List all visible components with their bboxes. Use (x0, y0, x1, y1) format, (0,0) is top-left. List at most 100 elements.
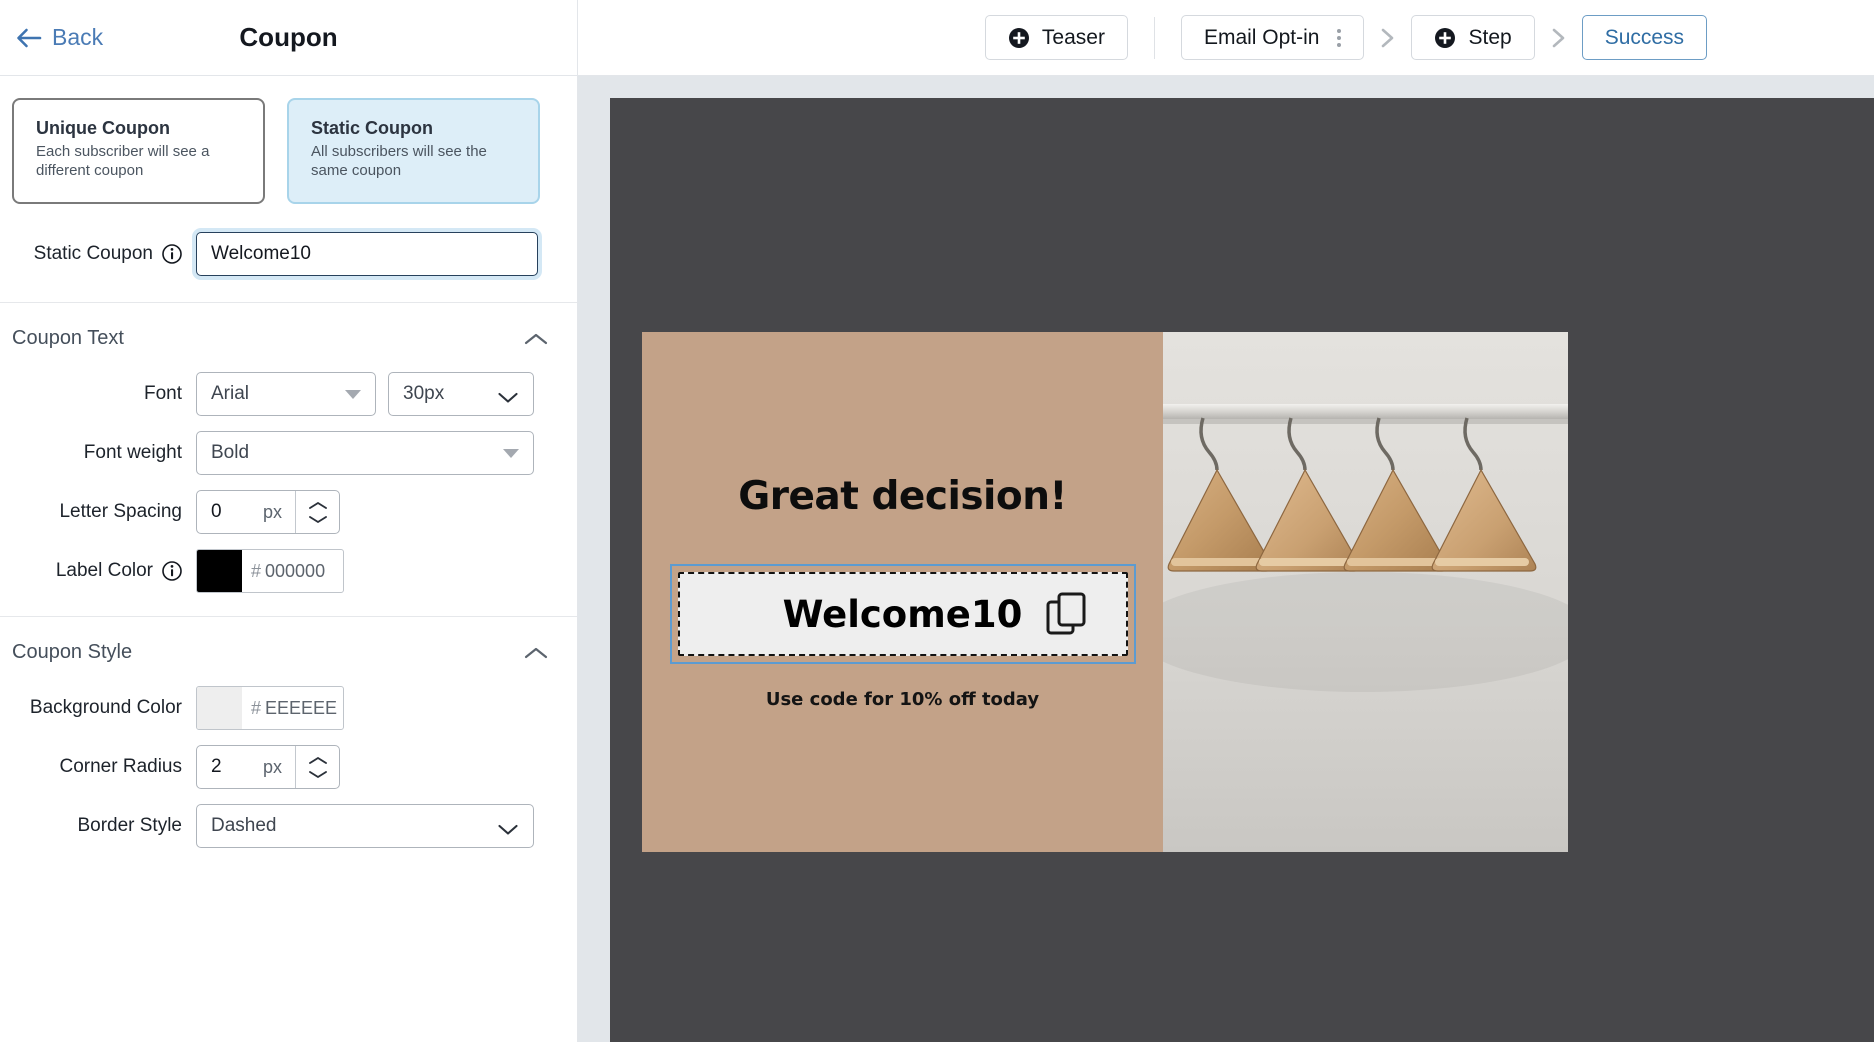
letter-spacing-stepper-arrows[interactable] (295, 491, 339, 533)
font-size-select[interactable]: 30px (388, 372, 534, 416)
label-color-swatch[interactable] (197, 550, 242, 592)
chevron-down-icon[interactable] (307, 515, 329, 524)
coupon-type-description: Each subscriber will see a different cou… (36, 142, 243, 180)
sidebar-body: Unique Coupon Each subscriber will see a… (0, 76, 577, 1042)
back-label: Back (52, 24, 103, 51)
coupon-type-selector: Unique Coupon Each subscriber will see a… (0, 76, 577, 224)
letter-spacing-value: 0 (211, 501, 222, 523)
border-style-label: Border Style (0, 815, 196, 837)
letter-spacing-row: Letter Spacing 0 px (0, 490, 577, 534)
static-coupon-label-wrap: Static Coupon (0, 243, 196, 265)
font-family-value: Arial (211, 383, 345, 405)
chevron-down-icon[interactable] (307, 770, 329, 779)
static-coupon-row: Static Coupon (0, 224, 577, 302)
label-color-hash: # (251, 561, 261, 582)
chevron-up-icon[interactable] (523, 331, 549, 347)
toolbar-divider (1154, 17, 1155, 59)
triangle-down-icon (503, 449, 519, 458)
info-icon[interactable] (162, 244, 182, 264)
email-optin-step-button[interactable]: Email Opt-in (1181, 15, 1365, 60)
coupon-text-section-header[interactable]: Coupon Text (0, 303, 577, 372)
plus-circle-icon (1008, 27, 1030, 49)
border-style-value: Dashed (211, 815, 497, 837)
preview-canvas: Great decision! Welcome10 (610, 98, 1874, 1042)
background-color-row: Background Color # EEEEEE (0, 686, 577, 730)
chevron-right-icon (1377, 26, 1398, 50)
coupon-style-section-header[interactable]: Coupon Style (0, 617, 577, 686)
font-weight-select[interactable]: Bold (196, 431, 534, 475)
border-style-select[interactable]: Dashed (196, 804, 534, 848)
corner-radius-stepper-arrows[interactable] (295, 746, 339, 788)
coupon-type-card-static[interactable]: Static Coupon All subscribers will see t… (287, 98, 540, 204)
static-coupon-label: Static Coupon (34, 243, 153, 265)
coupon-type-description: All subscribers will see the same coupon (311, 142, 518, 180)
coupon-style-rows: Background Color # EEEEEE Corner Radius … (0, 686, 577, 871)
letter-spacing-unit: px (263, 502, 282, 523)
step-button[interactable]: Step (1411, 15, 1534, 60)
back-arrow-icon (16, 27, 42, 49)
letter-spacing-value-wrap[interactable]: 0 px (197, 491, 295, 533)
corner-radius-value-wrap[interactable]: 2 px (197, 746, 295, 788)
more-vertical-icon[interactable] (1337, 29, 1341, 47)
info-icon[interactable] (162, 561, 182, 581)
chevron-up-icon[interactable] (307, 501, 329, 510)
coupon-block[interactable]: Welcome10 (678, 572, 1128, 656)
static-coupon-input[interactable] (196, 232, 538, 276)
plus-circle-icon (1434, 27, 1456, 49)
font-size-value: 30px (403, 383, 497, 405)
hangers-photo (1163, 332, 1568, 852)
background-color-hash: # (251, 698, 261, 719)
corner-radius-label: Corner Radius (0, 756, 196, 778)
popup-subtext: Use code for 10% off today (766, 689, 1039, 710)
label-color-hex-value: 000000 (265, 561, 325, 582)
coupon-style-section-title: Coupon Style (12, 641, 132, 664)
background-color-field[interactable]: # EEEEEE (196, 686, 344, 730)
label-color-label: Label Color (56, 560, 153, 582)
coupon-text-section-title: Coupon Text (12, 327, 124, 350)
letter-spacing-stepper[interactable]: 0 px (196, 490, 340, 534)
font-weight-label: Font weight (0, 442, 196, 464)
app-root: Back Coupon Unique Coupon Each subscribe… (0, 0, 1874, 1042)
popup-headline: Great decision! (738, 474, 1067, 519)
background-color-hex-wrap[interactable]: # EEEEEE (242, 687, 343, 729)
font-weight-row: Font weight Bold (0, 431, 577, 475)
corner-radius-value: 2 (211, 756, 222, 778)
background-color-label: Background Color (0, 697, 196, 719)
preview-panel: Teaser Email Opt-in (578, 0, 1874, 1042)
corner-radius-unit: px (263, 757, 282, 778)
corner-radius-stepper[interactable]: 2 px (196, 745, 340, 789)
label-color-hex-wrap[interactable]: # 000000 (242, 550, 343, 592)
step-button-label: Step (1468, 26, 1511, 50)
chevron-down-icon (497, 820, 519, 833)
popup-image (1163, 332, 1568, 852)
popup-preview: Great decision! Welcome10 (642, 332, 1568, 852)
font-row: Font Arial 30px (0, 372, 577, 416)
coupon-type-title: Static Coupon (311, 118, 518, 139)
chevron-up-icon[interactable] (523, 645, 549, 661)
chevron-down-icon (497, 388, 519, 401)
email-optin-step-label: Email Opt-in (1204, 26, 1320, 50)
coupon-code-text: Welcome10 (783, 593, 1023, 636)
back-button[interactable]: Back (10, 20, 109, 55)
preview-stage: Great decision! Welcome10 (578, 76, 1874, 1042)
background-color-swatch[interactable] (197, 687, 242, 729)
success-step-button[interactable]: Success (1582, 15, 1707, 60)
triangle-down-icon (345, 390, 361, 399)
chevron-up-icon[interactable] (307, 756, 329, 765)
success-step-label: Success (1605, 26, 1684, 50)
background-color-hex-value: EEEEEE (265, 698, 337, 719)
copy-icon[interactable] (1044, 591, 1090, 637)
font-weight-value: Bold (211, 442, 503, 464)
popup-content: Great decision! Welcome10 (642, 332, 1163, 852)
chevron-right-icon (1548, 26, 1569, 50)
font-label: Font (0, 383, 196, 405)
coupon-text-rows: Font Arial 30px F (0, 372, 577, 616)
coupon-type-card-unique[interactable]: Unique Coupon Each subscriber will see a… (12, 98, 265, 204)
font-family-select[interactable]: Arial (196, 372, 376, 416)
coupon-selection-outline[interactable]: Welcome10 (670, 564, 1136, 664)
teaser-step-button[interactable]: Teaser (985, 15, 1128, 60)
label-color-row: Label Color # 000 (0, 549, 577, 593)
label-color-field[interactable]: # 000000 (196, 549, 344, 593)
label-color-label-wrap: Label Color (0, 560, 196, 582)
teaser-step-label: Teaser (1042, 26, 1105, 50)
